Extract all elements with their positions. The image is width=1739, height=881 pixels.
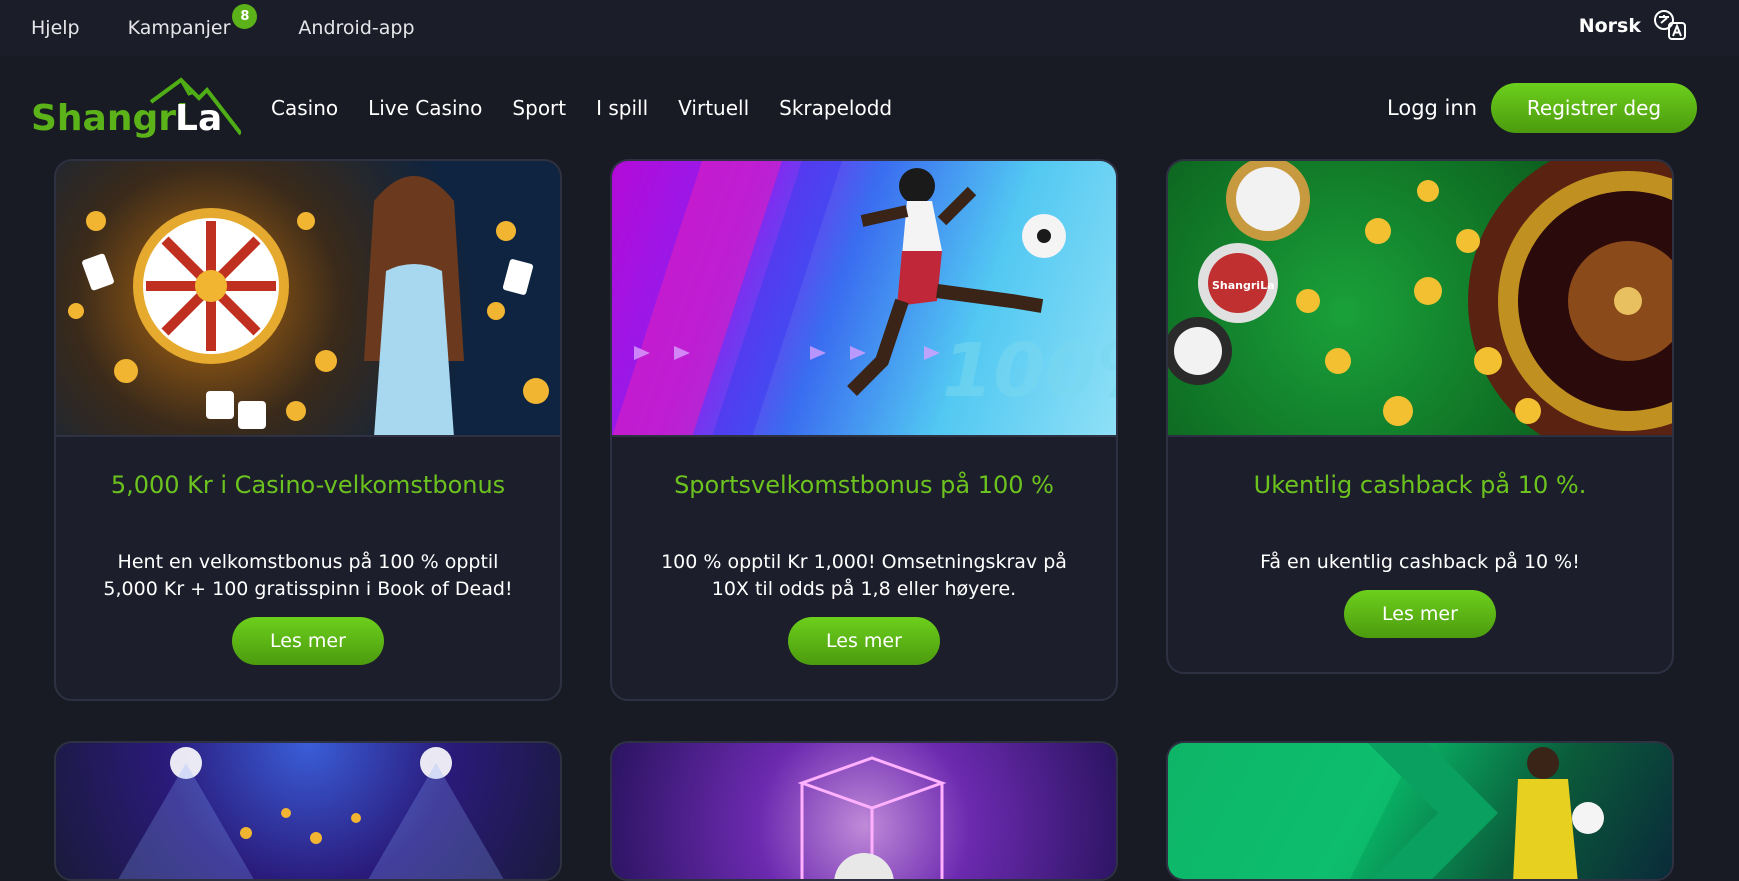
promo-description: Hent en velkomstbonus på 100 % opptil 5,… bbox=[103, 551, 513, 600]
football-player-artwork bbox=[1168, 743, 1604, 879]
promo-card-sports: 100% Sportsvelkomstbonus på 100 % 100 % … bbox=[610, 159, 1118, 701]
stage-lights-artwork bbox=[118, 747, 504, 879]
top-bar: Hjelp Kampanjer 8 Android-app Norsk bbox=[0, 0, 1739, 56]
logo-text-shangri: Shangri bbox=[31, 98, 188, 139]
promo-card-casino: 5,000 Kr i Casino-velkomstbonus Hent en … bbox=[54, 159, 562, 701]
shangrila-logo[interactable]: Shangri La bbox=[31, 76, 241, 140]
translate-icon bbox=[1654, 10, 1686, 40]
promo-card-6 bbox=[1166, 741, 1674, 881]
register-button[interactable]: Registrer deg bbox=[1491, 83, 1697, 133]
cashback-artwork: ShangriLa bbox=[1168, 161, 1672, 435]
main-nav: Shangri La Casino Live Casino Sport I sp… bbox=[0, 56, 1739, 160]
promo-image bbox=[1168, 743, 1672, 879]
nav-sport[interactable]: Sport bbox=[512, 96, 566, 120]
cashback-promo-image: ShangriLa bbox=[1168, 161, 1672, 437]
promo-card-4 bbox=[54, 741, 562, 881]
casino-promo-image bbox=[56, 161, 560, 437]
nav-live-casino[interactable]: Live Casino bbox=[368, 96, 482, 120]
help-link[interactable]: Hjelp bbox=[31, 17, 80, 39]
promo-image bbox=[56, 743, 560, 879]
nav-in-play[interactable]: I spill bbox=[596, 96, 648, 120]
campaigns-label: Kampanjer bbox=[127, 17, 231, 39]
sports-artwork: 100% bbox=[612, 161, 1116, 435]
neon-cube-artwork bbox=[797, 756, 947, 879]
promo-title: Sportsvelkomstbonus på 100 % bbox=[674, 471, 1054, 499]
nav-casino[interactable]: Casino bbox=[271, 96, 338, 120]
read-more-button[interactable]: Les mer bbox=[1344, 590, 1496, 638]
casino-artwork bbox=[68, 176, 549, 435]
campaigns-count-badge: 8 bbox=[232, 4, 258, 29]
promo-title: 5,000 Kr i Casino-velkomstbonus bbox=[110, 471, 506, 499]
auth-actions: Logg inn Registrer deg bbox=[1387, 83, 1697, 133]
promo-image-100-percent: 100% bbox=[942, 328, 1116, 414]
promo-description: 100 % opptil Kr 1,000! Omsetningskrav på… bbox=[661, 551, 1067, 600]
campaigns-link[interactable]: Kampanjer 8 bbox=[127, 4, 258, 39]
chip-logo-text: ShangriLa bbox=[1212, 279, 1275, 292]
promo-title: Ukentlig cashback på 10 %. bbox=[1253, 471, 1587, 499]
language-label: Norsk bbox=[1578, 15, 1641, 37]
language-selector[interactable]: Norsk bbox=[1579, 8, 1689, 44]
nav-scratchcards[interactable]: Skrapelodd bbox=[779, 96, 892, 120]
logo-text-la: La bbox=[175, 98, 222, 139]
promo-image bbox=[612, 743, 1116, 879]
promo-card-5 bbox=[610, 741, 1118, 881]
promo-description: Få en ukentlig cashback på 10 %! bbox=[1260, 551, 1580, 573]
read-more-button[interactable]: Les mer bbox=[788, 617, 940, 665]
promo-card-cashback: ShangriLa Ukentlig cashback på 10 %. Få … bbox=[1166, 159, 1674, 674]
sports-promo-image: 100% bbox=[612, 161, 1116, 437]
nav-virtual[interactable]: Virtuell bbox=[678, 96, 749, 120]
login-link[interactable]: Logg inn bbox=[1387, 96, 1477, 120]
android-app-link[interactable]: Android-app bbox=[298, 17, 414, 39]
read-more-button[interactable]: Les mer bbox=[232, 617, 384, 665]
logo-mountain-icon: Shangri La bbox=[31, 77, 241, 139]
